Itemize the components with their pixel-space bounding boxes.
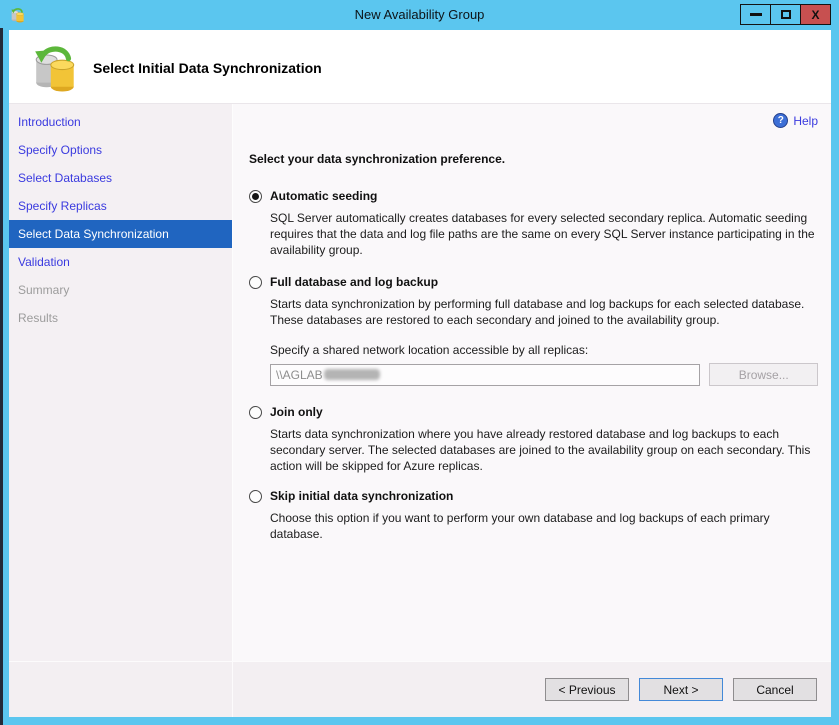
help-link[interactable]: Help	[793, 114, 818, 128]
sidebar-item-results: Results	[9, 304, 232, 332]
window-left-shadow	[0, 28, 3, 725]
wizard-steps-sidebar: Introduction Specify Options Select Data…	[9, 104, 232, 661]
previous-button[interactable]: < Previous	[545, 678, 629, 701]
option-automatic-seeding: Automatic seeding SQL Server automatical…	[249, 189, 818, 258]
cancel-button[interactable]: Cancel	[733, 678, 817, 701]
share-location-input[interactable]: \\AGLAB	[270, 364, 700, 386]
join-only-label[interactable]: Join only	[270, 405, 323, 419]
share-location-label: Specify a shared network location access…	[270, 343, 818, 357]
option-skip-sync: Skip initial data synchronization Choose…	[249, 489, 818, 542]
redacted-text	[324, 369, 380, 380]
sidebar-item-select-data-synchronization[interactable]: Select Data Synchronization	[9, 220, 232, 248]
database-sync-icon	[31, 42, 81, 94]
automatic-seeding-description: SQL Server automatically creates databas…	[270, 210, 818, 258]
skip-sync-radio[interactable]	[249, 490, 262, 503]
maximize-button[interactable]	[770, 4, 801, 25]
sidebar-item-validation[interactable]: Validation	[9, 248, 232, 276]
full-backup-description: Starts data synchronization by performin…	[270, 296, 818, 328]
sidebar-item-summary: Summary	[9, 276, 232, 304]
next-button[interactable]: Next >	[639, 678, 723, 701]
wizard-body: Introduction Specify Options Select Data…	[9, 104, 831, 661]
skip-sync-label[interactable]: Skip initial data synchronization	[270, 489, 453, 503]
join-only-radio[interactable]	[249, 406, 262, 419]
sidebar-item-introduction[interactable]: Introduction	[9, 108, 232, 136]
wizard-header: Select Initial Data Synchronization	[9, 30, 831, 104]
automatic-seeding-label[interactable]: Automatic seeding	[270, 189, 377, 203]
sidebar-item-select-databases[interactable]: Select Databases	[9, 164, 232, 192]
join-only-description: Starts data synchronization where you ha…	[270, 426, 818, 474]
window-controls: X	[741, 4, 831, 25]
sidebar-item-specify-options[interactable]: Specify Options	[9, 136, 232, 164]
minimize-button[interactable]	[740, 4, 771, 25]
titlebar: New Availability Group X	[0, 0, 839, 30]
new-availability-group-window: New Availability Group X Select Initial …	[0, 0, 839, 725]
wizard-footer: < Previous Next > Cancel	[9, 661, 831, 717]
option-full-backup: Full database and log backup Starts data…	[249, 275, 818, 386]
close-icon: X	[811, 8, 819, 22]
page-title: Select Initial Data Synchronization	[93, 60, 322, 76]
footer-divider	[232, 662, 233, 717]
main-panel: ? Help Select your data synchronization …	[232, 104, 831, 661]
full-backup-label[interactable]: Full database and log backup	[270, 275, 438, 289]
option-join-only: Join only Starts data synchronization wh…	[249, 405, 818, 474]
preference-heading: Select your data synchronization prefere…	[249, 152, 818, 166]
window-title: New Availability Group	[0, 0, 839, 30]
browse-button[interactable]: Browse...	[709, 363, 818, 386]
automatic-seeding-radio[interactable]	[249, 190, 262, 203]
minimize-icon	[750, 13, 762, 16]
help-icon: ?	[773, 113, 788, 128]
maximize-icon	[781, 10, 791, 19]
close-button[interactable]: X	[800, 4, 831, 25]
share-location-row: \\AGLAB Browse...	[270, 363, 818, 386]
sidebar-item-specify-replicas[interactable]: Specify Replicas	[9, 192, 232, 220]
full-backup-radio[interactable]	[249, 276, 262, 289]
skip-sync-description: Choose this option if you want to perfor…	[270, 510, 818, 542]
help-row: ? Help	[249, 113, 818, 128]
share-location-value: \\AGLAB	[276, 368, 323, 382]
